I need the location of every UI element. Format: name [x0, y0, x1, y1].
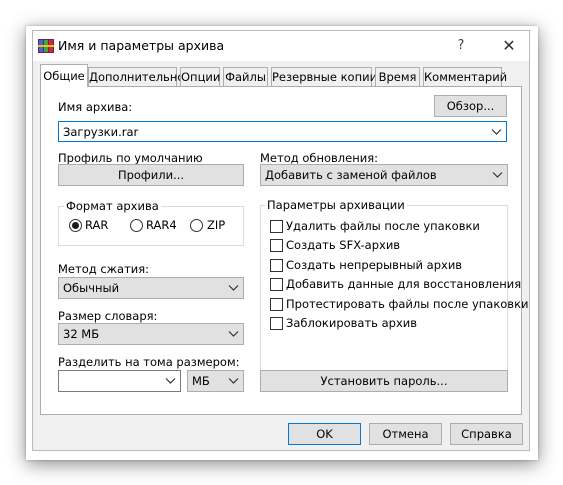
ok-button[interactable]: OK — [288, 423, 361, 445]
checkbox-solid-archive[interactable] — [270, 259, 283, 272]
set-password-button[interactable]: Установить пароль... — [260, 370, 508, 392]
radio-rar4[interactable] — [130, 219, 143, 232]
archive-name-value: Загрузки.rar — [63, 125, 139, 139]
archiving-options-title: Параметры архивации — [265, 198, 407, 212]
general-tab-panel: Имя архива: Обзор... Загрузки.rar Профил… — [40, 86, 529, 415]
chevron-down-icon[interactable] — [165, 375, 176, 386]
checkbox-create-sfx[interactable] — [270, 239, 283, 252]
checkbox-lock-archive-label[interactable]: Заблокировать архив — [286, 316, 417, 330]
dictionary-size-label: Размер словаря: — [58, 309, 158, 323]
checkbox-recovery-record-label[interactable]: Добавить данные для восстановления — [286, 277, 521, 291]
checkbox-test-files[interactable] — [270, 298, 283, 311]
radio-rar[interactable] — [69, 219, 82, 232]
checkbox-test-files-label[interactable]: Протестировать файлы после упаковки — [286, 297, 529, 311]
split-volumes-label: Разделить на тома размером: — [58, 355, 240, 369]
chevron-down-icon[interactable] — [228, 328, 239, 339]
radio-rar4-label[interactable]: RAR4 — [146, 218, 177, 232]
window-title: Имя и параметры архива — [58, 38, 225, 53]
radio-zip[interactable] — [190, 219, 203, 232]
tab-comment[interactable]: Комментарий — [423, 67, 507, 86]
split-unit-select[interactable]: МБ — [187, 370, 244, 392]
title-bar[interactable]: Имя и параметры архива ? ✕ — [33, 31, 529, 61]
dictionary-size-select[interactable]: 32 МБ — [58, 323, 244, 345]
dialog-window: Имя и параметры архива ? ✕ Общие Дополни… — [32, 30, 530, 451]
archive-name-label: Имя архива: — [58, 100, 133, 114]
checkbox-solid-archive-label[interactable]: Создать непрерывный архив — [286, 258, 462, 272]
update-method-value: Добавить с заменой файлов — [265, 168, 437, 182]
split-size-combo[interactable] — [58, 370, 181, 392]
archive-name-combo[interactable]: Загрузки.rar — [58, 121, 507, 142]
update-method-select[interactable]: Добавить с заменой файлов — [260, 164, 508, 186]
cancel-button[interactable]: Отмена — [369, 423, 442, 445]
compression-method-label: Метод сжатия: — [58, 262, 150, 276]
chevron-down-icon[interactable] — [492, 169, 503, 180]
help-title-button[interactable]: ? — [451, 36, 471, 56]
update-method-label: Метод обновления: — [260, 151, 379, 165]
checkbox-delete-after[interactable] — [270, 220, 283, 233]
chevron-down-icon[interactable] — [228, 282, 239, 293]
chevron-down-icon[interactable] — [491, 126, 502, 137]
checkbox-recovery-record[interactable] — [270, 278, 283, 291]
winrar-app-icon — [38, 39, 54, 53]
chevron-down-icon[interactable] — [228, 375, 239, 386]
help-button[interactable]: Справка — [450, 423, 523, 445]
tab-advanced[interactable]: Дополнительно — [88, 67, 184, 86]
radio-rar-label[interactable]: RAR — [85, 218, 108, 232]
tab-time[interactable]: Время — [375, 67, 420, 86]
close-button[interactable]: ✕ — [497, 36, 521, 56]
tab-backup[interactable]: Резервные копии — [271, 67, 377, 86]
default-profile-label: Профиль по умолчанию — [58, 151, 203, 165]
tab-options[interactable]: Опции — [180, 67, 220, 86]
radio-zip-label[interactable]: ZIP — [207, 218, 225, 232]
compression-method-value: Обычный — [63, 281, 120, 295]
tab-general[interactable]: Общие — [40, 64, 88, 87]
checkbox-create-sfx-label[interactable]: Создать SFX-архив — [286, 238, 400, 252]
browse-button[interactable]: Обзор... — [434, 95, 507, 117]
dictionary-size-value: 32 МБ — [63, 327, 100, 341]
tab-files[interactable]: Файлы — [223, 67, 268, 86]
checkbox-lock-archive[interactable] — [270, 317, 283, 330]
split-unit-value: МБ — [192, 374, 210, 388]
profiles-button[interactable]: Профили... — [58, 164, 244, 186]
compression-method-select[interactable]: Обычный — [58, 277, 244, 299]
checkbox-delete-after-label[interactable]: Удалить файлы после упаковки — [286, 219, 480, 233]
archive-format-title: Формат архива — [64, 199, 161, 213]
